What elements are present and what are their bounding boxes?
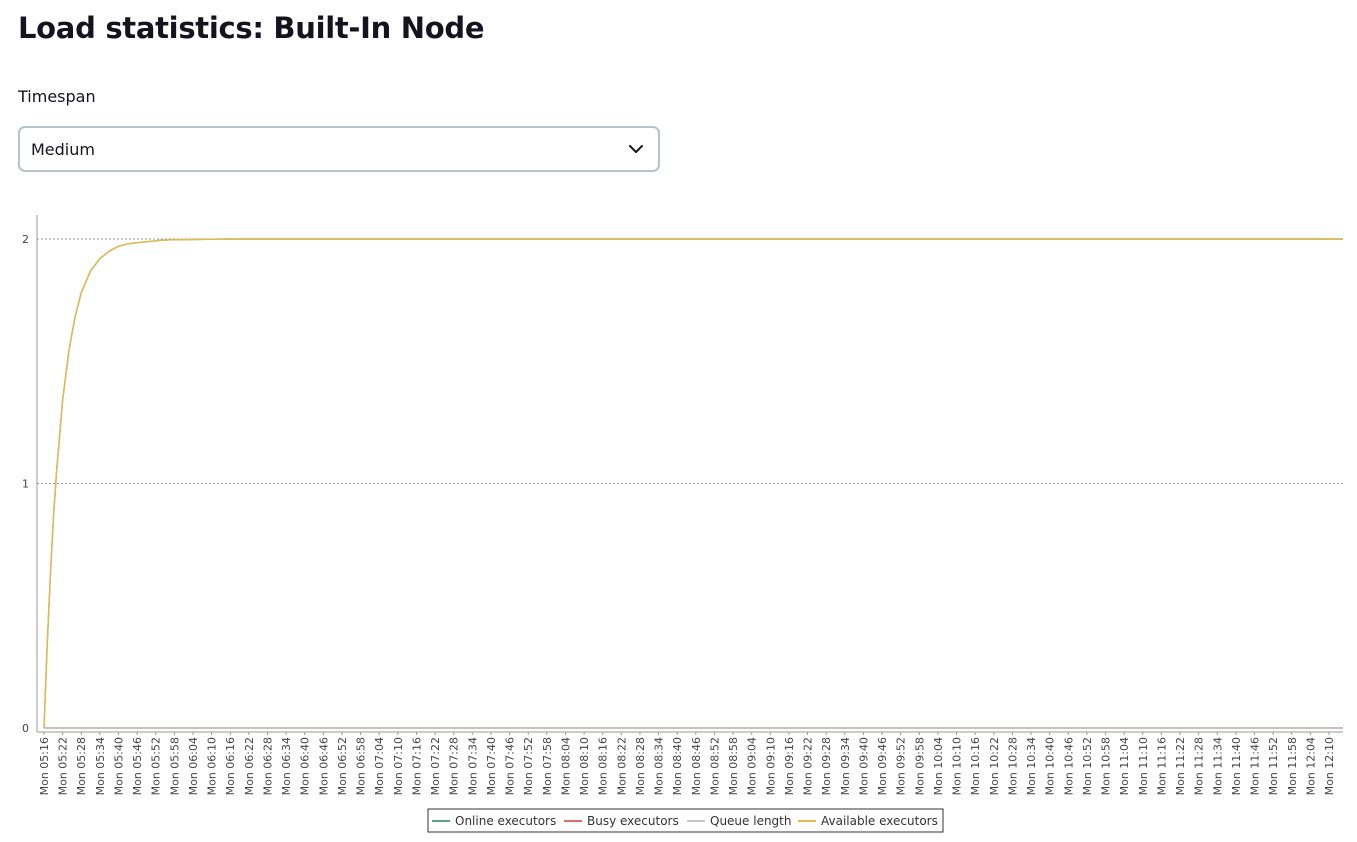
x-tick-label: Mon 10:04 (932, 737, 945, 795)
x-tick-label: Mon 08:46 (690, 737, 703, 795)
legend-label: Queue length (710, 814, 792, 828)
x-tick-label: Mon 11:04 (1118, 737, 1131, 795)
grid-lines (37, 238, 1343, 484)
x-tick-label: Mon 08:04 (559, 737, 572, 795)
x-tick-label: Mon 06:58 (355, 737, 368, 795)
x-tick-label: Mon 09:34 (839, 737, 852, 795)
x-tick-label: Mon 09:58 (913, 737, 926, 795)
x-tick-label: Mon 06:28 (261, 737, 274, 795)
x-tick-label: Mon 06:04 (187, 737, 200, 795)
x-tick-label: Mon 08:16 (597, 737, 610, 795)
x-tick-label: Mon 11:46 (1249, 737, 1262, 795)
x-tick-label: Mon 07:04 (373, 737, 386, 795)
x-tick-label: Mon 07:58 (541, 737, 554, 795)
x-tick-label: Mon 10:10 (951, 737, 964, 795)
x-tick-label: Mon 08:22 (615, 737, 628, 795)
x-tick-label: Mon 11:52 (1267, 737, 1280, 795)
x-tick-label: Mon 12:10 (1323, 737, 1336, 795)
y-tick-labels: 0 1 2 (22, 233, 29, 735)
x-tick-label: Mon 05:58 (168, 737, 181, 795)
x-tick-label: Mon 10:46 (1062, 737, 1075, 795)
x-tick-label: Mon 10:28 (1006, 737, 1019, 795)
y-tick-label: 1 (22, 478, 29, 491)
x-tick-label: Mon 06:22 (243, 737, 256, 795)
x-tick-label: Mon 08:40 (671, 737, 684, 795)
x-tick-label: Mon 07:28 (448, 737, 461, 795)
axes (36, 215, 1343, 733)
x-tick-label: Mon 05:16 (38, 737, 51, 795)
x-tick-label: Mon 05:46 (131, 737, 144, 795)
x-tick-label: Mon 06:52 (336, 737, 349, 795)
x-tick-label: Mon 09:10 (764, 737, 777, 795)
x-tick-label: Mon 07:16 (410, 737, 423, 795)
x-tick-label: Mon 07:22 (429, 737, 442, 795)
x-tick-label: Mon 09:52 (895, 737, 908, 795)
chevron-down-icon (629, 145, 643, 153)
timespan-label: Timespan (18, 87, 96, 106)
x-tick-label: Mon 08:10 (578, 737, 591, 795)
x-tick-label: Mon 08:34 (653, 737, 666, 795)
x-tick-label: Mon 07:46 (504, 737, 517, 795)
x-tick-label: Mon 11:28 (1193, 737, 1206, 795)
x-tick-label: Mon 09:04 (746, 737, 759, 795)
x-tick-label: Mon 11:58 (1286, 737, 1299, 795)
x-tick-label: Mon 08:58 (727, 737, 740, 795)
x-tick-label: Mon 10:16 (969, 737, 982, 795)
legend: Online executors Busy executors Queue leng… (427, 808, 944, 833)
x-tick-label: Mon 06:16 (224, 737, 237, 795)
x-tick-label: Mon 07:34 (466, 737, 479, 795)
x-tick-label: Mon 12:04 (1304, 737, 1317, 795)
x-tick-label: Mon 09:22 (802, 737, 815, 795)
x-tick-label: Mon 06:34 (280, 737, 293, 795)
x-tick-label: Mon 08:52 (708, 737, 721, 795)
x-tick-label: Mon 06:46 (317, 737, 330, 795)
x-tick-label: Mon 05:52 (150, 737, 163, 795)
y-tick-label: 0 (22, 722, 29, 735)
x-tick-label: Mon 11:22 (1174, 737, 1187, 795)
x-tick-labels: Mon 05:16 Mon 05:22 Mon 05:28 Mon 05:34 Mon … (38, 732, 1336, 795)
x-tick-label: Mon 06:10 (206, 737, 219, 795)
x-tick-label: Mon 09:46 (876, 737, 889, 795)
x-tick-label: Mon 10:34 (1025, 737, 1038, 795)
x-tick-label: Mon 09:40 (857, 737, 870, 795)
x-tick-label: Mon 10:22 (988, 737, 1001, 795)
load-statistics-chart: 0 1 2 Mon 05:16 Mon 05:22 Mon 05:28 Mon 05:34… (22, 215, 1343, 833)
legend-label: Online executors (455, 814, 556, 828)
x-tick-label: Mon 07:52 (522, 737, 535, 795)
x-tick-label: Mon 10:52 (1081, 737, 1094, 795)
x-tick-label: Mon 11:16 (1155, 737, 1168, 795)
timespan-select-value: Medium (31, 140, 95, 159)
x-tick-label: Mon 07:40 (485, 737, 498, 795)
x-tick-label: Mon 05:28 (75, 737, 88, 795)
x-tick-label: Mon 11:40 (1230, 737, 1243, 795)
x-tick-label: Mon 06:40 (299, 737, 312, 795)
x-tick-label: Mon 05:40 (112, 737, 125, 795)
x-tick-label: Mon 11:10 (1137, 737, 1150, 795)
x-tick-label: Mon 10:58 (1100, 737, 1113, 795)
legend-label: Busy executors (587, 814, 679, 828)
x-tick-label: Mon 09:16 (783, 737, 796, 795)
x-tick-label: Mon 10:40 (1044, 737, 1057, 795)
x-tick-label: Mon 09:28 (820, 737, 833, 795)
x-tick-label: Mon 05:22 (57, 737, 70, 795)
page-title: Load statistics: Built-In Node (18, 11, 485, 45)
x-tick-label: Mon 07:10 (392, 737, 405, 795)
x-tick-label: Mon 11:34 (1211, 737, 1224, 795)
x-tick-label: Mon 08:28 (634, 737, 647, 795)
y-tick-label: 2 (22, 233, 29, 246)
timespan-select[interactable]: Medium (18, 126, 660, 172)
x-tick-label: Mon 05:34 (94, 737, 107, 795)
legend-label: Available executors (821, 814, 938, 828)
